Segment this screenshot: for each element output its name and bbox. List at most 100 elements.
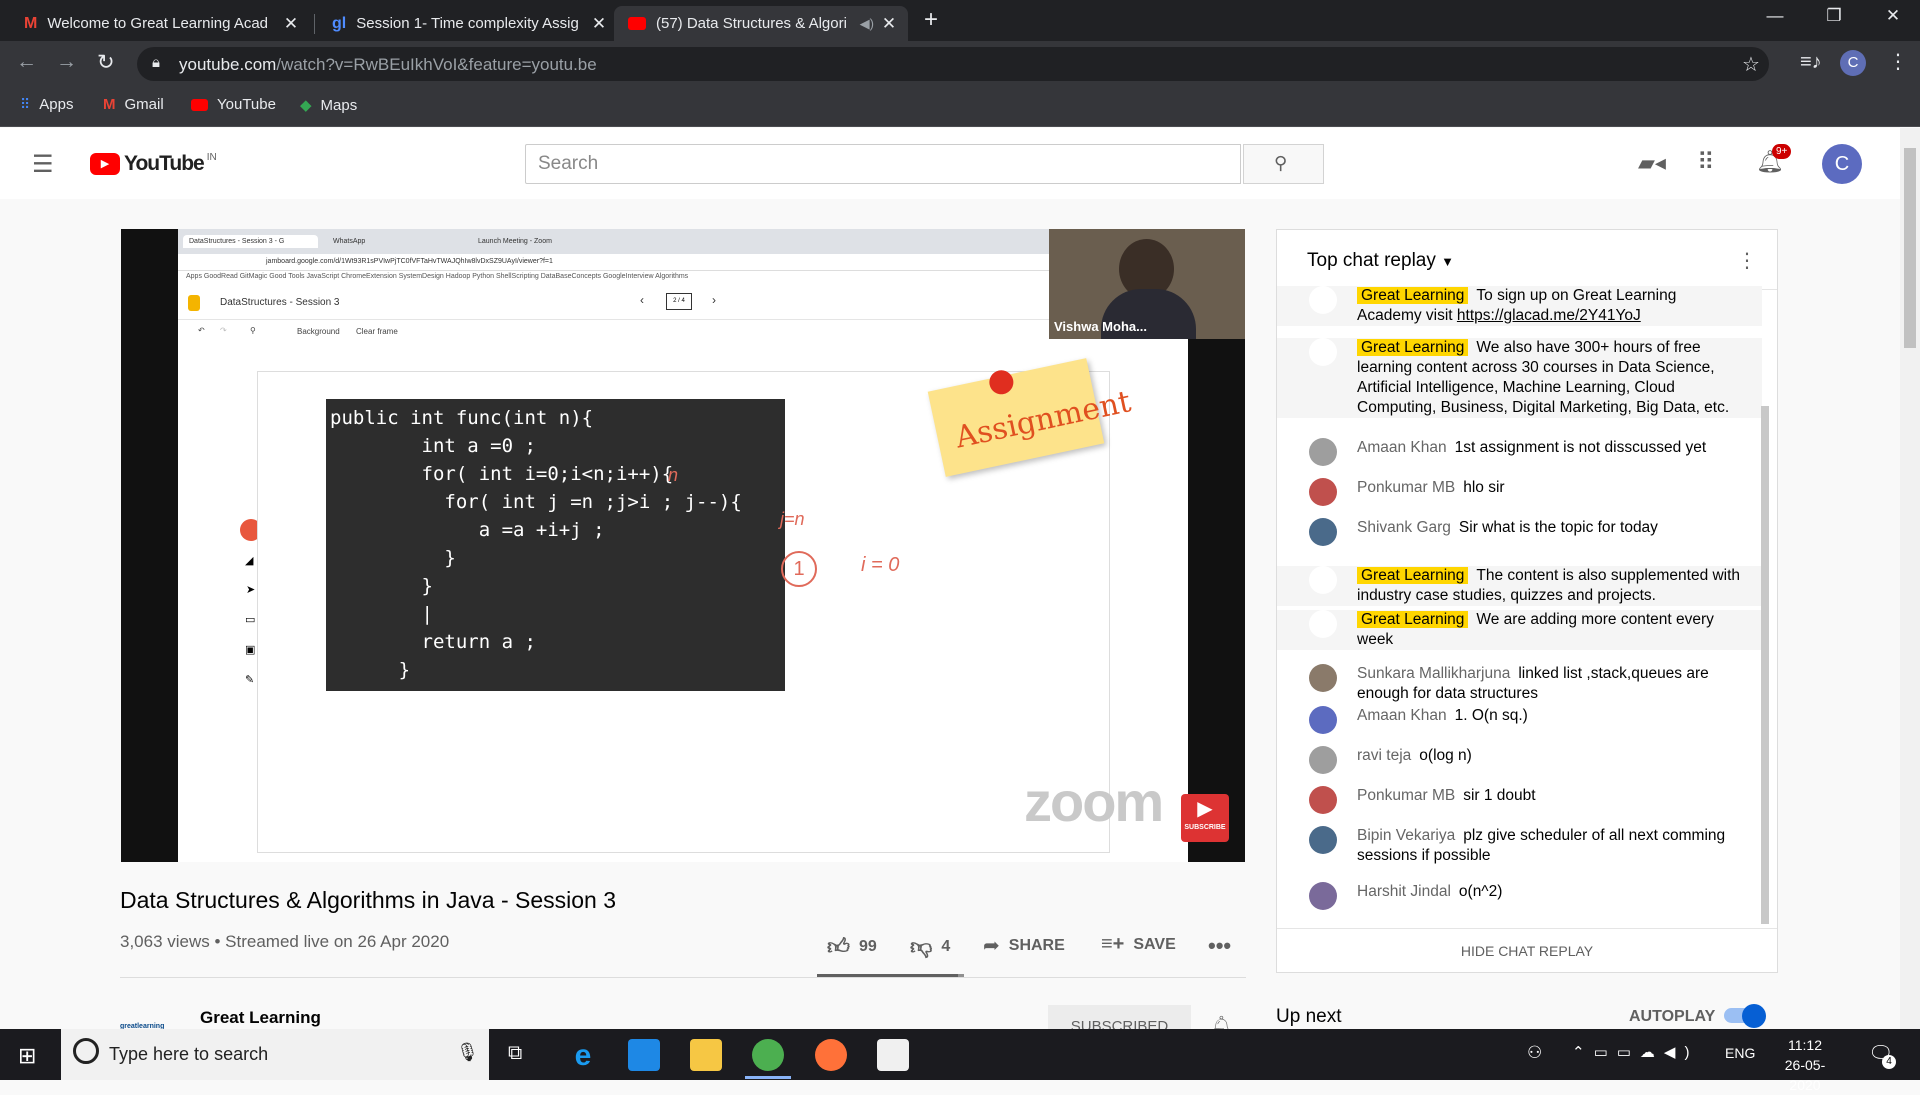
browser-tab-gmail[interactable]: M Welcome to Great Learning Acad ✕ bbox=[10, 6, 310, 41]
channel-avatar[interactable] bbox=[1309, 566, 1337, 594]
speaker-icon[interactable]: ◀) bbox=[860, 16, 874, 32]
chat-message: Great Learning To sign up on Great Learni… bbox=[1277, 286, 1762, 326]
chat-message: Amaan Khan 1st assignment is not disscuss… bbox=[1277, 438, 1762, 466]
user-avatar[interactable]: C bbox=[1822, 144, 1862, 184]
chat-author[interactable]: Great Learning bbox=[1357, 567, 1469, 584]
chat-message: Shivank Garg Sir what is the topic for to… bbox=[1277, 518, 1762, 546]
user-avatar[interactable] bbox=[1309, 746, 1337, 774]
chat-message: Great Learning We are adding more content… bbox=[1277, 610, 1762, 650]
system-tray-icons[interactable]: ⌃▭▭☁◀) bbox=[1572, 1043, 1698, 1061]
mail-icon[interactable] bbox=[628, 1039, 660, 1071]
hamburger-menu-icon[interactable]: ☰ bbox=[32, 150, 54, 179]
close-icon[interactable]: ✕ bbox=[590, 14, 608, 34]
restore-icon[interactable]: ❐ bbox=[1814, 6, 1854, 26]
scrollbar-thumb[interactable] bbox=[1904, 148, 1916, 348]
youtube-logo[interactable]: ▶ YouTube IN bbox=[90, 152, 217, 176]
undo-icon: ↶ bbox=[198, 326, 205, 335]
task-view-icon[interactable]: ⧉ bbox=[508, 1042, 522, 1065]
save-button[interactable]: ≡+ SAVE bbox=[1101, 933, 1176, 956]
user-avatar[interactable] bbox=[1309, 882, 1337, 910]
windows-start-icon[interactable]: ⊞ bbox=[18, 1043, 36, 1069]
zoom-icon: ⚲ bbox=[250, 326, 256, 335]
user-avatar[interactable] bbox=[1309, 518, 1337, 546]
autoplay-toggle[interactable] bbox=[1724, 1004, 1766, 1028]
chat-author[interactable]: Amaan Khan bbox=[1357, 439, 1447, 456]
profile-avatar[interactable]: C bbox=[1840, 50, 1866, 76]
edge-icon[interactable]: e bbox=[567, 1039, 599, 1072]
bookmark-youtube[interactable]: YouTube bbox=[191, 96, 276, 113]
chat-mode-dropdown[interactable]: Top chat replay ▼ bbox=[1307, 250, 1454, 272]
microphone-icon[interactable]: 🎙︎ bbox=[456, 1042, 479, 1063]
bookmark-gmail[interactable]: M Gmail bbox=[103, 96, 164, 113]
bookmark-maps[interactable]: ◆ Maps bbox=[300, 96, 357, 115]
close-icon[interactable]: ✕ bbox=[282, 14, 300, 34]
create-video-icon[interactable]: ▰◂ bbox=[1638, 150, 1666, 176]
close-icon[interactable]: ✕ bbox=[880, 14, 898, 34]
taskbar-search[interactable]: Type here to search 🎙︎ bbox=[61, 1029, 489, 1080]
language-indicator[interactable]: ENG bbox=[1725, 1045, 1755, 1061]
media-control-icon[interactable]: ≡♪ bbox=[1800, 51, 1822, 74]
user-avatar[interactable] bbox=[1309, 826, 1337, 854]
user-avatar[interactable] bbox=[1309, 438, 1337, 466]
browser-tab-session[interactable]: gl Session 1- Time complexity Assig ✕ bbox=[318, 6, 618, 41]
channel-name[interactable]: Great Learning bbox=[200, 1008, 321, 1028]
chat-author[interactable]: Ponkumar MB bbox=[1357, 787, 1455, 804]
url-text[interactable]: youtube.com/watch?v=RwBEuIkhVoI&feature=… bbox=[179, 55, 597, 75]
redo-icon: ↷ bbox=[220, 326, 227, 335]
search-button[interactable]: ⚲ bbox=[1243, 144, 1324, 184]
subscribe-watermark-button[interactable]: ▶ SUBSCRIBE bbox=[1181, 794, 1229, 842]
dislike-button[interactable]: 👎︎ 4 bbox=[910, 933, 950, 960]
close-window-icon[interactable]: ✕ bbox=[1873, 6, 1913, 26]
chat-author[interactable]: Ponkumar MB bbox=[1357, 479, 1455, 496]
channel-avatar[interactable] bbox=[1309, 338, 1337, 366]
chrome-icon[interactable] bbox=[752, 1039, 784, 1071]
reload-icon[interactable]: ↻ bbox=[97, 50, 115, 75]
back-icon[interactable]: ← bbox=[16, 50, 37, 74]
handwritten-circle: 1 bbox=[781, 551, 817, 587]
chat-author[interactable]: Great Learning bbox=[1357, 611, 1469, 628]
file-explorer-icon[interactable] bbox=[690, 1039, 722, 1071]
chat-menu-icon[interactable]: ⋮ bbox=[1737, 248, 1757, 273]
user-avatar[interactable] bbox=[1309, 786, 1337, 814]
chat-author[interactable]: Great Learning bbox=[1357, 339, 1469, 356]
chat-text: sir 1 doubt bbox=[1463, 787, 1536, 804]
code-snippet: public int func(int n){ int a =0 ; for( … bbox=[326, 399, 785, 691]
share-button[interactable]: ➦ SHARE bbox=[983, 933, 1065, 958]
firefox-icon[interactable] bbox=[815, 1039, 847, 1071]
more-actions-icon[interactable]: ••• bbox=[1208, 933, 1231, 959]
channel-avatar[interactable] bbox=[1309, 286, 1337, 314]
people-icon[interactable]: ⚇ bbox=[1527, 1043, 1542, 1063]
forward-icon[interactable]: → bbox=[56, 50, 77, 74]
hide-chat-button[interactable]: HIDE CHAT REPLAY bbox=[1277, 928, 1777, 972]
like-button[interactable]: 👍︎ 99 bbox=[827, 933, 877, 960]
user-avatar[interactable] bbox=[1309, 706, 1337, 734]
new-tab-icon[interactable]: + bbox=[924, 6, 938, 34]
video-player[interactable]: DataStructures - Session 3 - G WhatsApp … bbox=[121, 229, 1245, 862]
code-line: a =a +i+j ; bbox=[330, 519, 605, 541]
chat-author[interactable]: Bipin Vekariya bbox=[1357, 827, 1455, 844]
jamboard-address-bar: jamboard.google.com/d/1Wt93R1sPVIwPjTC0f… bbox=[178, 254, 1188, 271]
search-input[interactable]: Search bbox=[525, 144, 1241, 184]
chat-author[interactable]: ravi teja bbox=[1357, 747, 1411, 764]
chat-author[interactable]: Harshit Jindal bbox=[1357, 883, 1451, 900]
chat-author[interactable]: Shivank Garg bbox=[1357, 519, 1451, 536]
chat-author[interactable]: Great Learning bbox=[1357, 287, 1469, 304]
next-frame-icon: › bbox=[712, 293, 716, 307]
browser-tab-youtube[interactable]: (57) Data Structures & Algori ◀) ✕ bbox=[614, 6, 908, 41]
chat-author[interactable]: Amaan Khan bbox=[1357, 707, 1447, 724]
user-avatar[interactable] bbox=[1309, 478, 1337, 506]
star-icon[interactable]: ☆ bbox=[1742, 52, 1760, 77]
bookmark-apps[interactable]: ⠿ Apps bbox=[20, 96, 73, 113]
chat-author[interactable]: Sunkara Mallikharjuna bbox=[1357, 665, 1510, 682]
store-icon[interactable] bbox=[877, 1039, 909, 1071]
address-bar[interactable]: 🔒︎ youtube.com/watch?v=RwBEuIkhVoI&featu… bbox=[137, 47, 1769, 81]
channel-avatar[interactable] bbox=[1309, 610, 1337, 638]
menu-dots-icon[interactable]: ⋮ bbox=[1888, 49, 1908, 74]
taskbar-clock[interactable]: 11:12 26-05-2020 bbox=[1770, 1035, 1840, 1095]
chat-scrollbar[interactable] bbox=[1761, 406, 1769, 924]
user-avatar[interactable] bbox=[1309, 664, 1337, 692]
page-scrollbar[interactable] bbox=[1900, 128, 1920, 1029]
chat-link[interactable]: https://glacad.me/2Y41YoJ bbox=[1457, 307, 1641, 324]
minimize-icon[interactable]: — bbox=[1755, 6, 1795, 26]
apps-grid-icon[interactable]: ⠿ bbox=[1697, 148, 1715, 177]
